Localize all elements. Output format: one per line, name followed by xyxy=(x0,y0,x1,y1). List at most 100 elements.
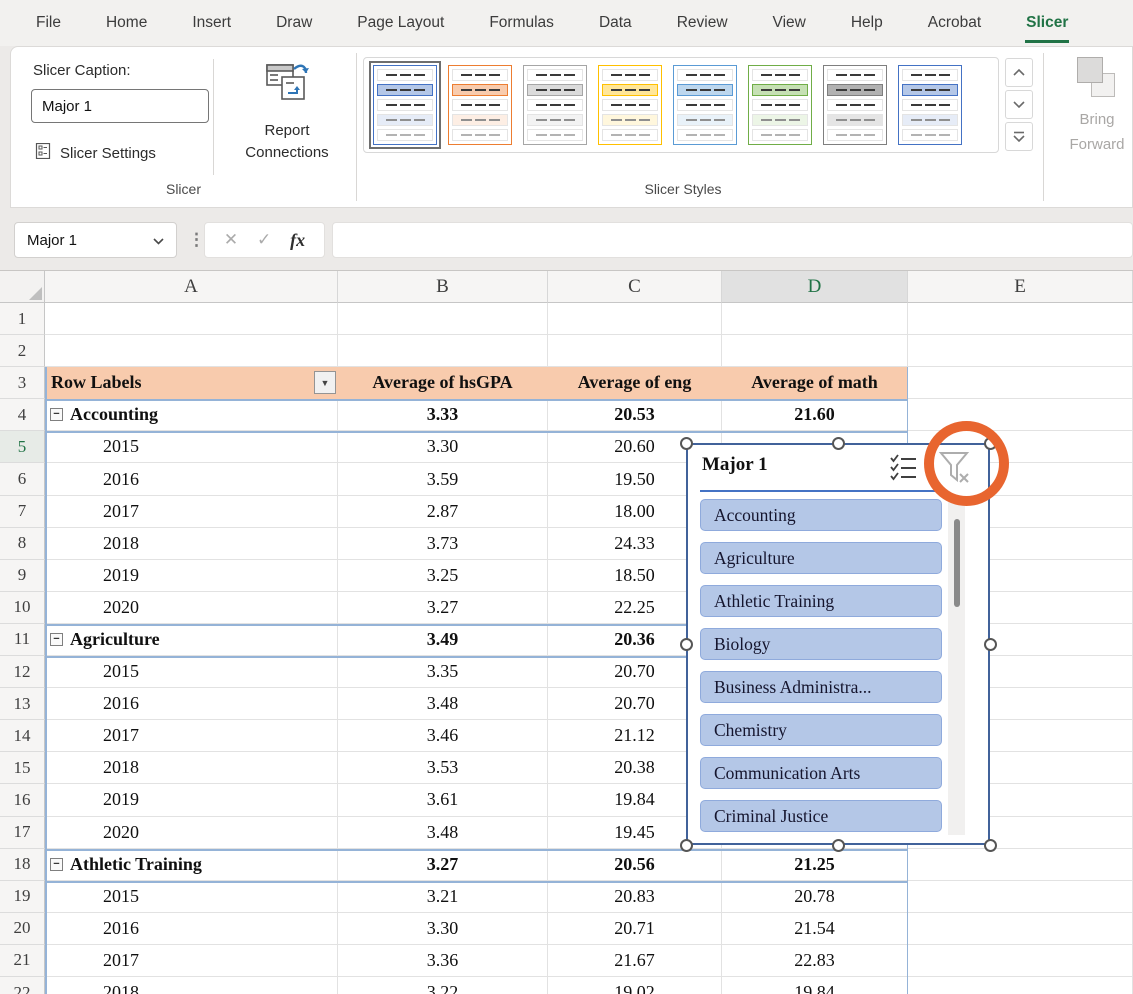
cell-b4[interactable]: 3.33 xyxy=(338,399,548,431)
cell-d3[interactable]: Average of math xyxy=(722,367,908,399)
slicer-resize-handle[interactable] xyxy=(984,839,997,852)
cell-a1[interactable] xyxy=(45,303,338,335)
row-header-17[interactable]: 17 xyxy=(0,817,45,849)
slicer-resize-handle[interactable] xyxy=(680,437,693,450)
row-header-9[interactable]: 9 xyxy=(0,560,45,592)
cell-e4[interactable] xyxy=(908,399,1133,431)
cell-b10[interactable]: 3.27 xyxy=(338,592,548,624)
slicer-item-accounting[interactable]: Accounting xyxy=(700,499,942,531)
slicer-item-criminal-justice[interactable]: Criminal Justice xyxy=(700,800,942,832)
cell-b11[interactable]: 3.49 xyxy=(338,624,548,656)
cell-e22[interactable] xyxy=(908,977,1133,994)
cell-b16[interactable]: 3.61 xyxy=(338,784,548,816)
cell-c21[interactable]: 21.67 xyxy=(548,945,722,977)
tab-review[interactable]: Review xyxy=(677,0,728,46)
cell-e18[interactable] xyxy=(908,849,1133,881)
slicer-style-green[interactable] xyxy=(748,65,812,145)
slicer-item-agriculture[interactable]: Agriculture xyxy=(700,542,942,574)
slicer-item-athletic-training[interactable]: Athletic Training xyxy=(700,585,942,617)
cell-e1[interactable] xyxy=(908,303,1133,335)
cell-d21[interactable]: 22.83 xyxy=(722,945,908,977)
row-header-6[interactable]: 6 xyxy=(0,463,45,495)
formula-input[interactable] xyxy=(332,222,1133,258)
column-header-b[interactable]: B xyxy=(338,271,548,303)
multi-select-icon[interactable] xyxy=(890,454,918,487)
row-header-13[interactable]: 13 xyxy=(0,688,45,720)
cell-e21[interactable] xyxy=(908,945,1133,977)
slicer-style-light-gray[interactable] xyxy=(523,65,587,145)
cell-e3[interactable] xyxy=(908,367,1133,399)
cell-a17[interactable]: 2020 xyxy=(45,817,338,849)
tab-help[interactable]: Help xyxy=(851,0,883,46)
tab-insert[interactable]: Insert xyxy=(192,0,231,46)
collapse-toggle-icon[interactable]: − xyxy=(50,858,63,871)
cell-b8[interactable]: 3.73 xyxy=(338,528,548,560)
gallery-scroll-up-button[interactable] xyxy=(1005,58,1033,87)
tab-home[interactable]: Home xyxy=(106,0,147,46)
column-header-a[interactable]: A xyxy=(45,271,338,303)
cell-b18[interactable]: 3.27 xyxy=(338,849,548,881)
row-header-12[interactable]: 12 xyxy=(0,656,45,688)
cell-a8[interactable]: 2018 xyxy=(45,528,338,560)
row-header-22[interactable]: 22 xyxy=(0,977,45,994)
cell-a6[interactable]: 2016 xyxy=(45,463,338,495)
cell-d19[interactable]: 20.78 xyxy=(722,881,908,913)
cancel-icon[interactable]: ✕ xyxy=(224,230,238,250)
cell-a16[interactable]: 2019 xyxy=(45,784,338,816)
insert-function-icon[interactable]: fx xyxy=(290,230,305,251)
row-header-5[interactable]: 5 xyxy=(0,431,45,463)
cell-b17[interactable]: 3.48 xyxy=(338,817,548,849)
cell-b3[interactable]: Average of hsGPA xyxy=(338,367,548,399)
cell-a2[interactable] xyxy=(45,335,338,367)
cell-a3[interactable]: Row Labels▼ xyxy=(45,367,338,399)
cell-e19[interactable] xyxy=(908,881,1133,913)
slicer-item-communication-arts[interactable]: Communication Arts xyxy=(700,757,942,789)
cell-b19[interactable]: 3.21 xyxy=(338,881,548,913)
slicer-item-biology[interactable]: Biology xyxy=(700,628,942,660)
cell-a13[interactable]: 2016 xyxy=(45,688,338,720)
cell-c20[interactable]: 20.71 xyxy=(548,913,722,945)
cell-b20[interactable]: 3.30 xyxy=(338,913,548,945)
cell-d22[interactable]: 19.84 xyxy=(722,977,908,994)
cell-e2[interactable] xyxy=(908,335,1133,367)
collapse-toggle-icon[interactable]: − xyxy=(50,633,63,646)
row-header-19[interactable]: 19 xyxy=(0,881,45,913)
column-header-d[interactable]: D xyxy=(722,271,908,303)
cell-c19[interactable]: 20.83 xyxy=(548,881,722,913)
collapse-toggle-icon[interactable]: − xyxy=(50,408,63,421)
cell-c1[interactable] xyxy=(548,303,722,335)
cell-a20[interactable]: 2016 xyxy=(45,913,338,945)
slicer-style-gold[interactable] xyxy=(598,65,662,145)
column-header-e[interactable]: E xyxy=(908,271,1133,303)
cell-b7[interactable]: 2.87 xyxy=(338,496,548,528)
row-header-20[interactable]: 20 xyxy=(0,913,45,945)
row-header-18[interactable]: 18 xyxy=(0,849,45,881)
slicer-resize-handle[interactable] xyxy=(984,638,997,651)
cell-c22[interactable]: 19.02 xyxy=(548,977,722,994)
tab-acrobat[interactable]: Acrobat xyxy=(928,0,981,46)
cell-b6[interactable]: 3.59 xyxy=(338,463,548,495)
tab-formulas[interactable]: Formulas xyxy=(489,0,554,46)
row-header-2[interactable]: 2 xyxy=(0,335,45,367)
report-connections-button[interactable]: Report Connections xyxy=(223,53,351,181)
bring-forward-button[interactable]: Bring Forward xyxy=(1053,57,1133,157)
slicer-style-orange[interactable] xyxy=(448,65,512,145)
slicer-resize-handle[interactable] xyxy=(680,839,693,852)
slicer-style-dark-gray[interactable] xyxy=(823,65,887,145)
row-header-21[interactable]: 21 xyxy=(0,945,45,977)
cell-c18[interactable]: 20.56 xyxy=(548,849,722,881)
row-header-14[interactable]: 14 xyxy=(0,720,45,752)
cell-b14[interactable]: 3.46 xyxy=(338,720,548,752)
name-box[interactable]: Major 1 xyxy=(14,222,177,258)
cell-a22[interactable]: 2018 xyxy=(45,977,338,994)
cell-b21[interactable]: 3.36 xyxy=(338,945,548,977)
slicer-style-blue[interactable] xyxy=(673,65,737,145)
cell-a21[interactable]: 2017 xyxy=(45,945,338,977)
cell-d2[interactable] xyxy=(722,335,908,367)
cell-b9[interactable]: 3.25 xyxy=(338,560,548,592)
slicer-resize-handle[interactable] xyxy=(832,839,845,852)
slicer-scrollbar-thumb[interactable] xyxy=(954,519,960,607)
cell-a14[interactable]: 2017 xyxy=(45,720,338,752)
cell-b15[interactable]: 3.53 xyxy=(338,752,548,784)
row-header-1[interactable]: 1 xyxy=(0,303,45,335)
